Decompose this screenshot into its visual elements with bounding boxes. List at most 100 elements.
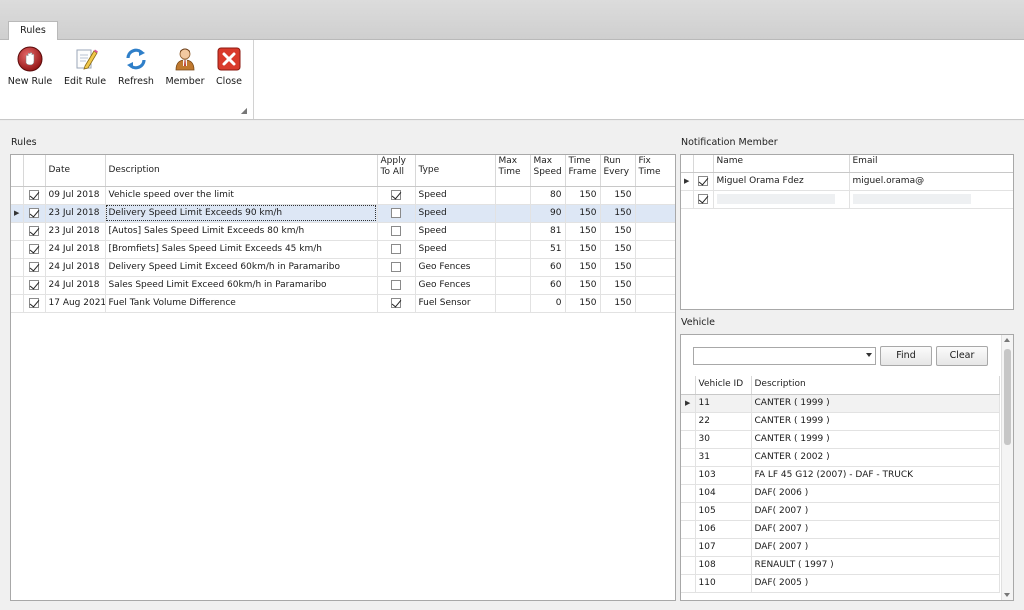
time-frame-cell[interactable]: 150 (565, 276, 601, 295)
date-cell[interactable]: 24 Jul 2018 (45, 258, 106, 277)
max-speed-cell[interactable]: 80 (530, 186, 566, 205)
enabled-checkbox[interactable] (29, 207, 39, 218)
time-frame-cell[interactable]: 150 (565, 258, 601, 277)
apply-to-all-cell[interactable] (377, 258, 416, 277)
table-row[interactable]: 104 DAF( 2006 ) (681, 484, 1000, 503)
time-frame-cell[interactable]: 150 (565, 204, 601, 223)
vehicle-description-cell[interactable]: DAF( 2005 ) (751, 574, 1000, 593)
vehicle-scrollbar[interactable] (1001, 335, 1013, 600)
max-time-cell[interactable] (495, 294, 531, 313)
table-row[interactable]: 09 Jul 2018 Vehicle speed over the limit S… (11, 186, 675, 205)
enabled-checkbox[interactable] (29, 225, 39, 236)
chevron-down-icon[interactable] (866, 353, 872, 357)
apply-to-all-checkbox[interactable] (391, 279, 401, 290)
column-header-vehicle-description[interactable]: Description (751, 376, 1000, 395)
member-email-cell[interactable] (849, 190, 1013, 209)
column-header-max-time[interactable]: Max Time (495, 155, 531, 187)
refresh-button[interactable]: Refresh (114, 44, 158, 92)
table-row[interactable]: 30 CANTER ( 1999 ) (681, 430, 1000, 449)
enabled-checkbox[interactable] (29, 243, 39, 254)
apply-to-all-checkbox[interactable] (391, 261, 401, 272)
date-cell[interactable]: 23 Jul 2018 (45, 222, 106, 241)
vehicle-description-cell[interactable]: CANTER ( 1999 ) (751, 412, 1000, 431)
run-every-cell[interactable]: 150 (600, 258, 636, 277)
column-header-type[interactable]: Type (415, 155, 496, 187)
date-cell[interactable]: 09 Jul 2018 (45, 186, 106, 205)
description-cell[interactable]: Delivery Speed Limit Exceed 60km/h in Pa… (105, 258, 378, 277)
table-row[interactable]: 105 DAF( 2007 ) (681, 502, 1000, 521)
clear-button[interactable]: Clear (936, 346, 988, 366)
column-header-description[interactable]: Description (105, 155, 378, 187)
table-row[interactable]: ▶ Miguel Orama Fdez miguel.orama@ (681, 172, 1013, 191)
row-checkbox-cell[interactable] (23, 222, 46, 241)
apply-to-all-cell[interactable] (377, 186, 416, 205)
run-every-cell[interactable]: 150 (600, 240, 636, 259)
description-cell[interactable]: Vehicle speed over the limit (105, 186, 378, 205)
close-button[interactable]: Close (212, 44, 246, 92)
enabled-checkbox[interactable] (29, 297, 39, 308)
type-cell[interactable]: Speed (415, 222, 496, 241)
max-speed-cell[interactable]: 51 (530, 240, 566, 259)
type-cell[interactable]: Fuel Sensor (415, 294, 496, 313)
row-checkbox-cell[interactable] (23, 186, 46, 205)
date-cell[interactable]: 23 Jul 2018 (45, 204, 106, 223)
vehicle-id-cell[interactable]: 103 (695, 466, 752, 485)
max-time-cell[interactable] (495, 204, 531, 223)
vehicle-description-cell[interactable]: CANTER ( 1999 ) (751, 430, 1000, 449)
apply-to-all-checkbox[interactable] (391, 225, 401, 236)
apply-to-all-checkbox[interactable] (391, 297, 401, 308)
check-column-header[interactable] (23, 155, 46, 187)
scroll-thumb[interactable] (1004, 349, 1011, 445)
find-button[interactable]: Find (880, 346, 932, 366)
row-checkbox-cell[interactable] (23, 240, 46, 259)
column-header-date[interactable]: Date (45, 155, 106, 187)
vehicle-description-cell[interactable]: DAF( 2007 ) (751, 538, 1000, 557)
member-name-cell[interactable]: Miguel Orama Fdez (713, 172, 850, 191)
table-row[interactable]: 103 FA LF 45 G12 (2007) - DAF - TRUCK (681, 466, 1000, 485)
table-row[interactable]: ▶ 23 Jul 2018 Delivery Speed Limit Exceeds… (11, 204, 675, 223)
column-header-name[interactable]: Name (713, 155, 850, 173)
max-time-cell[interactable] (495, 222, 531, 241)
vehicle-id-cell[interactable]: 105 (695, 502, 752, 521)
apply-to-all-cell[interactable] (377, 276, 416, 295)
new-rule-button[interactable]: New Rule (6, 44, 54, 92)
vehicle-id-cell[interactable]: 31 (695, 448, 752, 467)
fix-time-cell[interactable] (635, 240, 675, 259)
scroll-down-icon[interactable] (1004, 593, 1010, 597)
table-row[interactable]: ▶ 11 CANTER ( 1999 ) (681, 394, 1000, 413)
table-row[interactable]: 110 DAF( 2005 ) (681, 574, 1000, 593)
fix-time-cell[interactable] (635, 294, 675, 313)
vehicle-description-cell[interactable]: FA LF 45 G12 (2007) - DAF - TRUCK (751, 466, 1000, 485)
type-cell[interactable]: Geo Fences (415, 258, 496, 277)
table-row[interactable]: 22 CANTER ( 1999 ) (681, 412, 1000, 431)
description-cell[interactable]: Delivery Speed Limit Exceeds 90 km/h (105, 204, 378, 223)
vehicle-id-cell[interactable]: 110 (695, 574, 752, 593)
column-header-run-every[interactable]: Run Every (600, 155, 636, 187)
check-column-header[interactable] (693, 155, 714, 173)
run-every-cell[interactable]: 150 (600, 276, 636, 295)
type-cell[interactable]: Geo Fences (415, 276, 496, 295)
max-time-cell[interactable] (495, 240, 531, 259)
date-cell[interactable]: 24 Jul 2018 (45, 240, 106, 259)
column-header-time-frame[interactable]: Time Frame (565, 155, 601, 187)
apply-to-all-cell[interactable] (377, 294, 416, 313)
run-every-cell[interactable]: 150 (600, 186, 636, 205)
column-header-vehicle-id[interactable]: Vehicle ID (695, 376, 752, 395)
max-time-cell[interactable] (495, 186, 531, 205)
max-speed-cell[interactable]: 90 (530, 204, 566, 223)
enabled-checkbox[interactable] (29, 261, 39, 272)
column-header-email[interactable]: Email (849, 155, 1013, 173)
type-cell[interactable]: Speed (415, 204, 496, 223)
vehicle-description-cell[interactable]: CANTER ( 1999 ) (751, 394, 1000, 413)
column-header-max-speed[interactable]: Max Speed (530, 155, 566, 187)
max-time-cell[interactable] (495, 276, 531, 295)
row-checkbox-cell[interactable] (23, 294, 46, 313)
vehicle-description-cell[interactable]: RENAULT ( 1997 ) (751, 556, 1000, 575)
apply-to-all-cell[interactable] (377, 204, 416, 223)
row-checkbox-cell[interactable] (693, 190, 714, 209)
table-row[interactable]: 31 CANTER ( 2002 ) (681, 448, 1000, 467)
table-row[interactable]: 107 DAF( 2007 ) (681, 538, 1000, 557)
vehicle-id-cell[interactable]: 106 (695, 520, 752, 539)
column-header-fix-time[interactable]: Fix Time (635, 155, 675, 187)
max-speed-cell[interactable]: 60 (530, 276, 566, 295)
